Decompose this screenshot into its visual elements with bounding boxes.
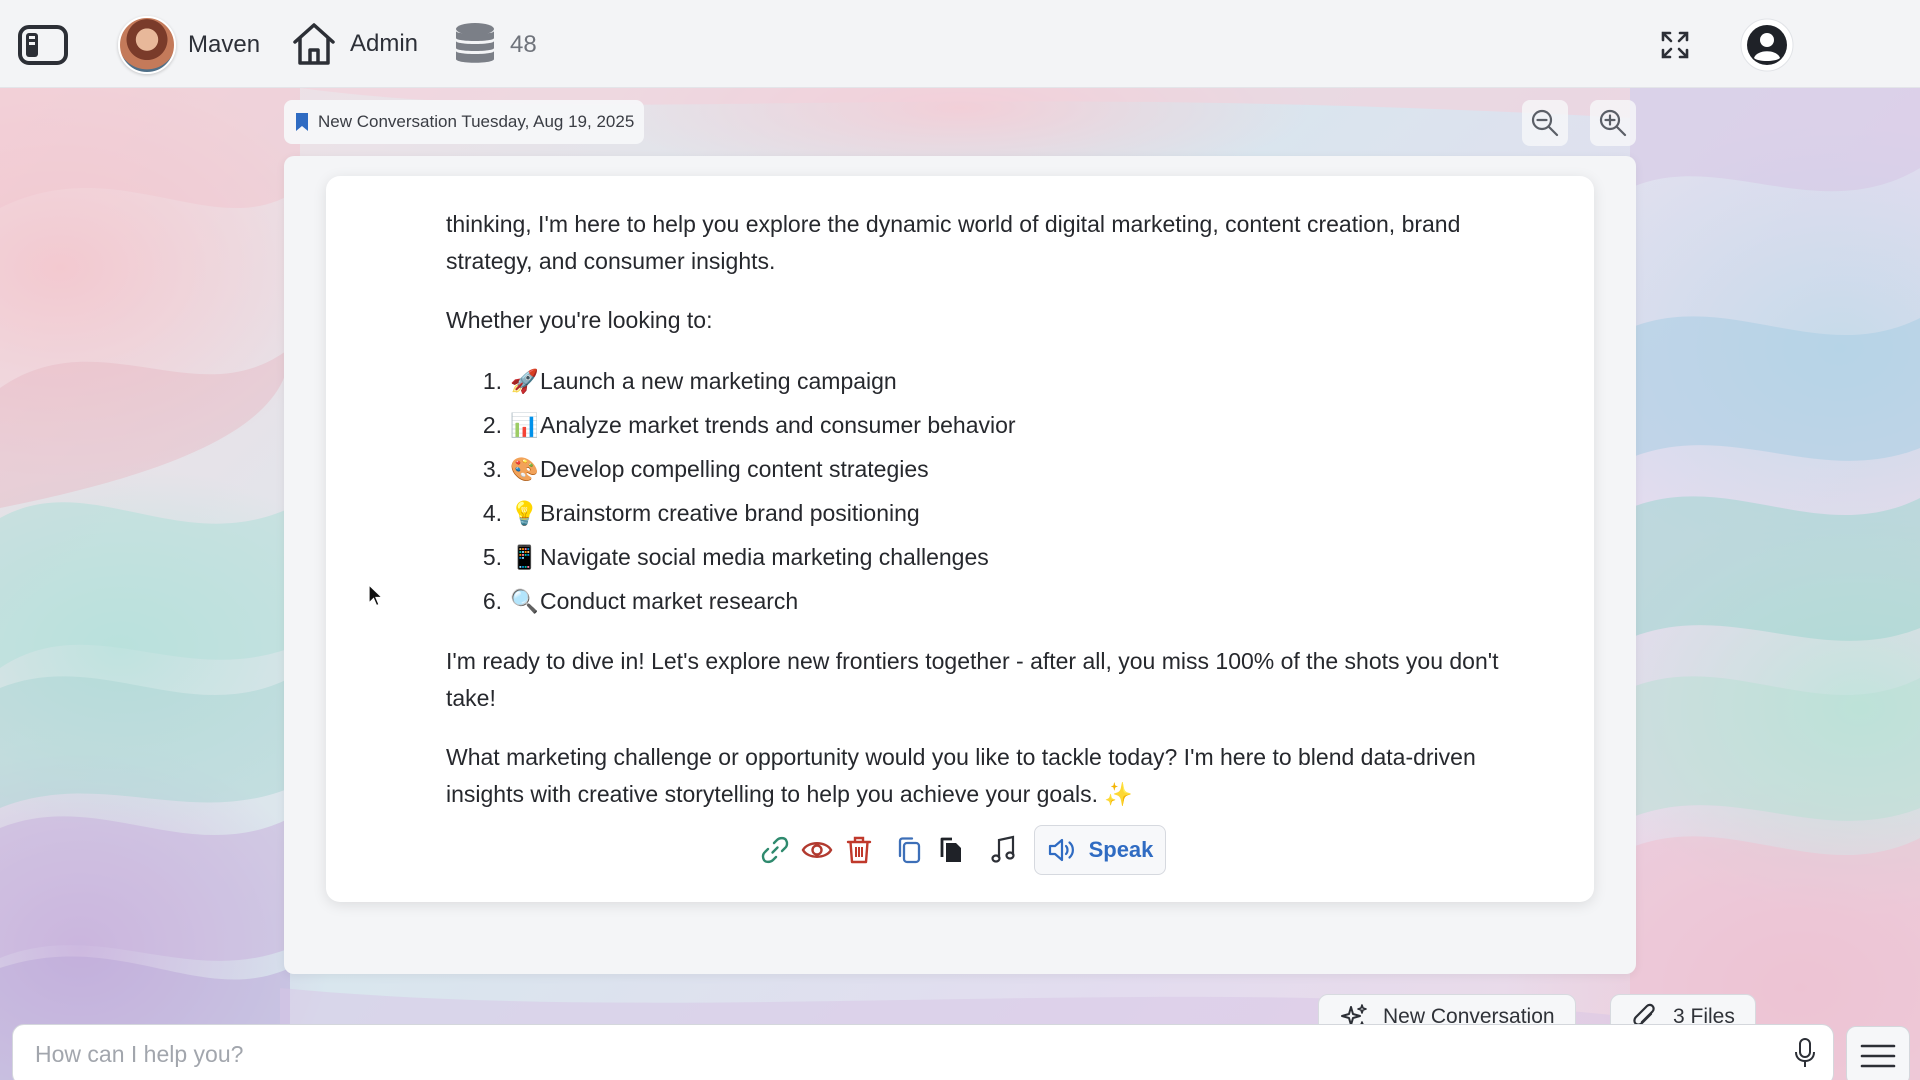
speaker-icon <box>1048 838 1074 862</box>
conversation-title-pill[interactable]: New Conversation Tuesday, Aug 19, 2025 <box>284 100 645 144</box>
list-number: 4. <box>482 500 502 526</box>
list-text: Analyze market trends and consumer behav… <box>540 412 1016 438</box>
user-profile-button[interactable] <box>1740 18 1794 72</box>
delete-button[interactable] <box>838 829 880 871</box>
credits-indicator[interactable]: 48 <box>454 22 537 68</box>
link-icon <box>761 836 788 864</box>
credits-count: 48 <box>510 31 537 58</box>
message-paragraph-3: What marketing challenge or opportunity … <box>446 744 1476 807</box>
database-icon <box>456 23 494 63</box>
lightbulb-emoji: 💡 <box>510 500 539 526</box>
list-item: 2. 📊 Analyze market trends and consumer be… <box>476 403 1526 447</box>
palette-emoji: 🎨 <box>510 456 539 482</box>
message-intro: thinking, I'm here to help you explore t… <box>446 211 1461 274</box>
microphone-button[interactable] <box>1793 1037 1817 1074</box>
expand-icon <box>1661 31 1689 59</box>
fullscreen-button[interactable] <box>1660 30 1690 60</box>
message-input-container <box>12 1024 1834 1080</box>
view-button[interactable] <box>796 829 838 871</box>
phone-emoji: 📱 <box>510 544 539 570</box>
zoom-in-icon <box>1599 109 1627 137</box>
trash-icon <box>846 836 871 864</box>
assistant-selector[interactable]: Maven <box>118 16 260 74</box>
list-item: 6. 🔍 Conduct market research <box>476 579 1526 623</box>
list-number: 5. <box>482 544 502 570</box>
admin-link[interactable]: Admin <box>290 20 418 68</box>
message-paragraph-2: I'm ready to dive in! Let's explore new … <box>446 648 1499 711</box>
user-avatar-icon <box>1740 18 1794 72</box>
list-text: Launch a new marketing campaign <box>540 368 897 394</box>
assistant-message-card: thinking, I'm here to help you explore t… <box>326 176 1594 902</box>
message-body: thinking, I'm here to help you explore t… <box>446 206 1526 835</box>
list-text: Develop compelling content strategies <box>540 456 929 482</box>
sidebar-toggle-button[interactable] <box>18 24 70 66</box>
list-number: 6. <box>482 588 502 614</box>
sidebar-toggle-icon <box>18 25 68 65</box>
audio-button[interactable] <box>982 829 1024 871</box>
home-icon <box>293 23 335 65</box>
zoom-out-icon <box>1531 109 1559 137</box>
eye-icon <box>801 842 832 858</box>
conversation-panel: thinking, I'm here to help you explore t… <box>284 156 1636 974</box>
copy-all-button[interactable] <box>930 829 972 871</box>
list-number: 3. <box>482 456 502 482</box>
music-note-icon <box>990 835 1015 863</box>
menu-button[interactable] <box>1846 1026 1910 1080</box>
mouse-cursor-icon <box>368 583 384 613</box>
list-item: 1. 🚀 Launch a new marketing campaign <box>476 359 1526 403</box>
message-actions: Speak <box>326 824 1594 876</box>
zoom-out-button[interactable] <box>1522 100 1568 146</box>
message-list: 1. 🚀 Launch a new marketing campaign 2. 📊 An… <box>476 359 1526 623</box>
list-text: Brainstorm creative brand positioning <box>540 500 920 526</box>
assistant-avatar <box>118 16 176 74</box>
top-bar: Maven Admin 48 <box>0 0 1920 88</box>
list-number: 1. <box>482 368 502 394</box>
rocket-emoji: 🚀 <box>510 368 539 394</box>
message-lead: Whether you're looking to: <box>446 307 713 333</box>
assistant-name: Maven <box>188 31 261 58</box>
message-input[interactable] <box>35 1037 1735 1071</box>
magnifier-emoji: 🔍 <box>510 588 539 614</box>
microphone-icon <box>1795 1038 1815 1067</box>
admin-label: Admin <box>350 30 419 57</box>
list-item: 4. 💡 Brainstorm creative brand positioning <box>476 491 1526 535</box>
bookmark-icon <box>296 113 308 131</box>
copy-button[interactable] <box>888 829 930 871</box>
link-button[interactable] <box>754 829 796 871</box>
list-number: 2. <box>482 412 502 438</box>
list-item: 3. 🎨 Develop compelling content strategies <box>476 447 1526 491</box>
list-item: 5. 📱 Navigate social media marketing chall… <box>476 535 1526 579</box>
list-text: Navigate social media marketing challeng… <box>540 544 989 570</box>
speak-label: Speak <box>1088 837 1154 862</box>
speak-button[interactable]: Speak <box>1033 825 1167 875</box>
zoom-in-button[interactable] <box>1590 100 1636 146</box>
hamburger-menu-icon <box>1860 1044 1896 1068</box>
list-text: Conduct market research <box>540 588 799 614</box>
copy-filled-icon <box>940 837 961 862</box>
chart-emoji: 📊 <box>510 412 539 438</box>
copy-icon <box>898 837 920 864</box>
conversation-title: New Conversation Tuesday, Aug 19, 2025 <box>318 112 635 131</box>
